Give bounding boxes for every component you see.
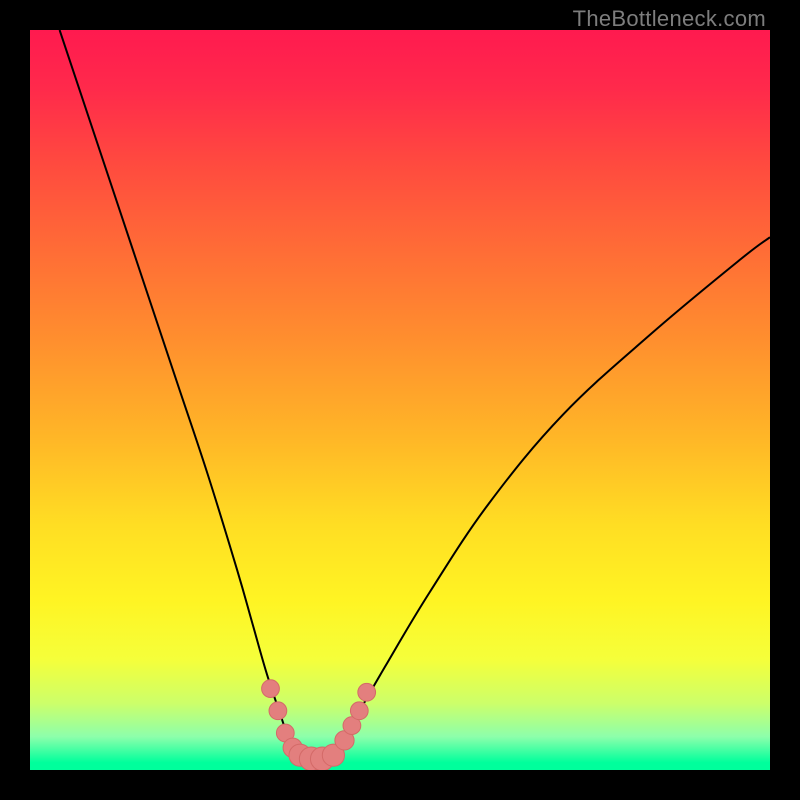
curve-marker — [358, 683, 376, 701]
curve-marker — [262, 680, 280, 698]
plot-area — [30, 30, 770, 770]
curve-marker — [269, 702, 287, 720]
curve-layer — [30, 30, 770, 770]
bottleneck-curve — [60, 30, 770, 763]
curve-markers — [262, 680, 376, 770]
chart-frame: TheBottleneck.com — [0, 0, 800, 800]
curve-marker — [350, 702, 368, 720]
watermark-text: TheBottleneck.com — [573, 6, 766, 32]
